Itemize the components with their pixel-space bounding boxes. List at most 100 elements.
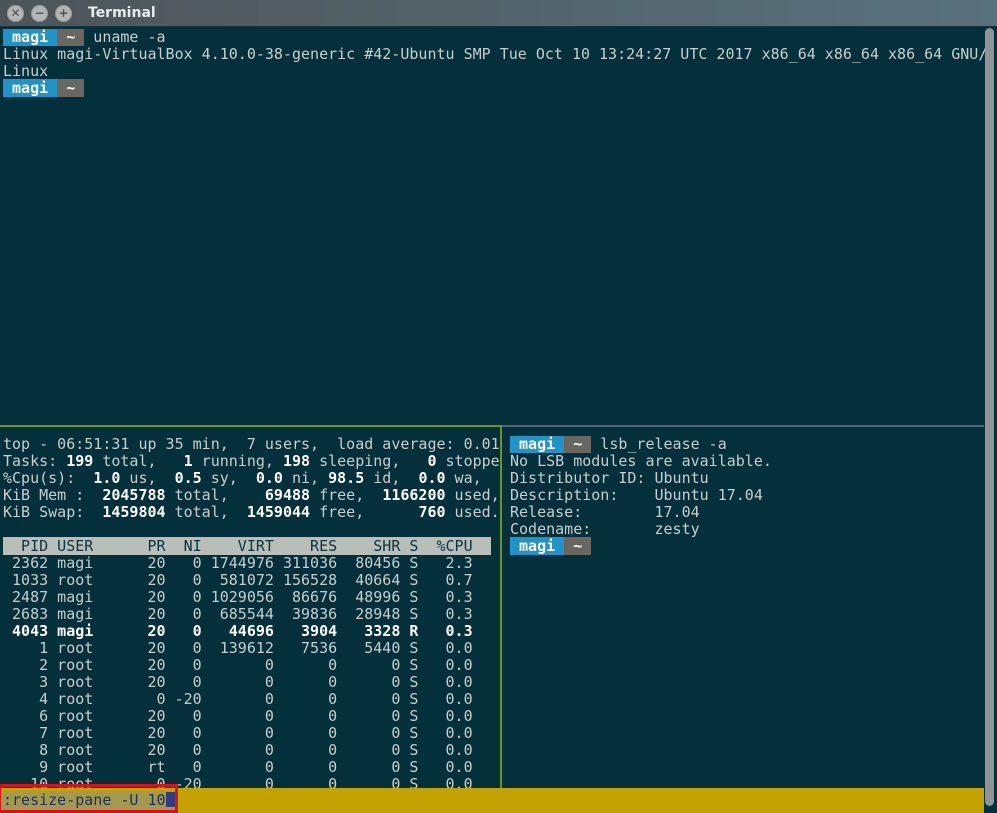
process-row-text: 1033 root 20 0 581072 156528 40664 S 0.7: [3, 571, 473, 589]
prompt-command: lsb_release -a: [591, 436, 726, 453]
prompt-user-badge: magi: [510, 537, 564, 555]
stat-label: free,: [310, 503, 418, 521]
output-text: Linux magi-VirtualBox 4.10.0-38-generic …: [3, 45, 987, 63]
process-row-text: 8 root 20 0 0 0 0 S 0.0: [3, 741, 473, 759]
stat-value: 1459804: [102, 503, 165, 521]
process-row-text: 7 root 20 0 0 0 0 S 0.0: [3, 724, 473, 742]
process-table-row: 1033 root 20 0 581072 156528 40664 S 0.7: [3, 572, 500, 589]
annotation-highlight-box: [0, 784, 178, 813]
process-row-text: 2683 magi 20 0 685544 39836 28948 S 0.3: [3, 605, 473, 623]
stat-label: running,: [193, 452, 283, 470]
stat-label: total,: [166, 503, 247, 521]
scrollbar-thumb[interactable]: [985, 28, 994, 806]
tmux-pane-top[interactable]: magi ~ uname -aLinux magi-VirtualBox 4.1…: [3, 29, 989, 421]
prompt-user-badge: magi: [510, 436, 564, 453]
stat-label: used,: [446, 486, 500, 504]
top-summary-line: Tasks: 199 total, 1 running, 198 sleepin…: [3, 453, 500, 470]
shell-prompt-line: magi ~: [510, 538, 981, 555]
top-summary-line: top - 06:51:31 up 35 min, 7 users, load …: [3, 436, 500, 453]
stat-label: %Cpu(s):: [3, 469, 93, 487]
process-row-text: 9 root rt 0 0 0 0 S 0.0: [3, 758, 473, 776]
terminal-output-line: Description: Ubuntu 17.04: [510, 487, 981, 504]
stat-value: 198: [283, 452, 310, 470]
stat-label: top - 06:51:31 up 35 min, 7 users, load …: [3, 436, 500, 453]
process-row-text: 2487 magi 20 0 1029056 86676 48996 S 0.3: [3, 588, 473, 606]
process-table-row: 2487 magi 20 0 1029056 86676 48996 S 0.3: [3, 589, 500, 606]
stat-value: 199: [66, 452, 93, 470]
tmux-pane-lsb-release[interactable]: magi ~ lsb_release -aNo LSB modules are …: [510, 436, 981, 788]
shell-prompt-line: magi ~ lsb_release -a: [510, 436, 981, 453]
tmux-pane-top-command[interactable]: top - 06:51:31 up 35 min, 7 users, load …: [3, 436, 500, 788]
terminal-output-line: No LSB modules are available.: [510, 453, 981, 470]
stat-label: ni,: [283, 469, 328, 487]
top-summary-line: %Cpu(s): 1.0 us, 0.5 sy, 0.0 ni, 98.5 id…: [3, 470, 500, 487]
terminal-output-line: Distributor ID: Ubuntu: [510, 470, 981, 487]
output-text: Release: 17.04: [510, 503, 700, 521]
process-table-row: 4043 magi 20 0 44696 3904 3328 R 0.3: [3, 623, 500, 640]
stat-label: sy,: [202, 469, 256, 487]
blank-line: [3, 521, 500, 538]
process-row-text: 3 root 20 0 0 0 0 S 0.0: [3, 673, 473, 691]
top-summary-line: KiB Mem : 2045788 total, 69488 free, 116…: [3, 487, 500, 504]
process-row-text: 2 root 20 0 0 0 0 S 0.0: [3, 656, 473, 674]
top-summary-line: KiB Swap: 1459804 total, 1459044 free, 7…: [3, 504, 500, 521]
process-table-row: 2 root 20 0 0 0 0 S 0.0: [3, 657, 500, 674]
prompt-dir-badge: ~: [564, 436, 591, 453]
terminal-screen: magi ~ uname -aLinux magi-VirtualBox 4.1…: [0, 26, 997, 813]
pane-border-horizontal-active: [0, 425, 501, 427]
output-text: Description: Ubuntu 17.04: [510, 486, 763, 504]
pane-border-horizontal-inactive: [501, 425, 984, 427]
terminal-window: ✕ − + Terminal magi ~ uname -aLinux magi…: [0, 0, 997, 813]
process-row-text: 4043 magi 20 0 44696 3904 3328 R 0.3: [3, 622, 473, 640]
stat-label: stoppe: [437, 452, 500, 470]
stat-label: used.: [446, 503, 500, 521]
window-title: Terminal: [88, 5, 156, 21]
shell-prompt-line: magi ~: [3, 80, 989, 97]
stat-value: 1: [184, 452, 193, 470]
prompt-user-badge: magi: [3, 29, 57, 46]
terminal-output-line: Linux magi-VirtualBox 4.10.0-38-generic …: [3, 46, 989, 63]
stat-value: 1459044: [247, 503, 310, 521]
maximize-icon[interactable]: +: [55, 5, 72, 22]
stat-value: 2045788: [102, 486, 165, 504]
process-table-row: 7 root 20 0 0 0 0 S 0.0: [3, 725, 500, 742]
process-table-row: 8 root 20 0 0 0 0 S 0.0: [3, 742, 500, 759]
process-row-text: 1 root 20 0 139612 7536 5440 S 0.0: [3, 639, 473, 657]
stat-value: 0: [427, 452, 436, 470]
prompt-command: [591, 537, 600, 555]
prompt-user-badge: magi: [3, 79, 57, 97]
table-header-text: PID USER PR NI VIRT RES SHR S %CPU: [3, 537, 491, 555]
process-table-row: 2683 magi 20 0 685544 39836 28948 S 0.3: [3, 606, 500, 623]
process-table-row: 3 root 20 0 0 0 0 S 0.0: [3, 674, 500, 691]
prompt-dir-badge: ~: [57, 79, 84, 97]
stat-value: 0.5: [175, 469, 202, 487]
stat-label: total,: [93, 452, 183, 470]
stat-label: total,: [166, 486, 265, 504]
output-text: Distributor ID: Ubuntu: [510, 469, 709, 487]
stat-value: 69488: [265, 486, 310, 504]
output-text: No LSB modules are available.: [510, 452, 772, 470]
process-row-text: 6 root 20 0 0 0 0 S 0.0: [3, 707, 473, 725]
stat-label: sleeping,: [310, 452, 427, 470]
terminal-output-line: Release: 17.04: [510, 504, 981, 521]
stat-label: free,: [310, 486, 382, 504]
stat-value: 0.0: [418, 469, 445, 487]
stat-value: 1.0: [93, 469, 120, 487]
stat-value: 98.5: [328, 469, 364, 487]
stat-label: KiB Mem :: [3, 486, 102, 504]
process-table-row: 9 root rt 0 0 0 0 S 0.0: [3, 759, 500, 776]
output-text: Linux: [3, 62, 48, 80]
close-icon[interactable]: ✕: [7, 5, 24, 22]
stat-label: Tasks:: [3, 452, 66, 470]
process-table-row: 4 root 0 -20 0 0 0 S 0.0: [3, 691, 500, 708]
stat-label: us,: [120, 469, 174, 487]
pane-border-vertical: [500, 425, 502, 788]
window-titlebar: ✕ − + Terminal: [0, 0, 997, 27]
output-text: Codename: zesty: [510, 520, 700, 538]
terminal-output-line: Codename: zesty: [510, 521, 981, 538]
process-table-row: 6 root 20 0 0 0 0 S 0.0: [3, 708, 500, 725]
process-row-text: 4 root 0 -20 0 0 0 S 0.0: [3, 690, 473, 708]
minimize-icon[interactable]: −: [31, 5, 48, 22]
terminal-output-line: Linux: [3, 63, 989, 80]
prompt-command: uname -a: [84, 29, 165, 46]
